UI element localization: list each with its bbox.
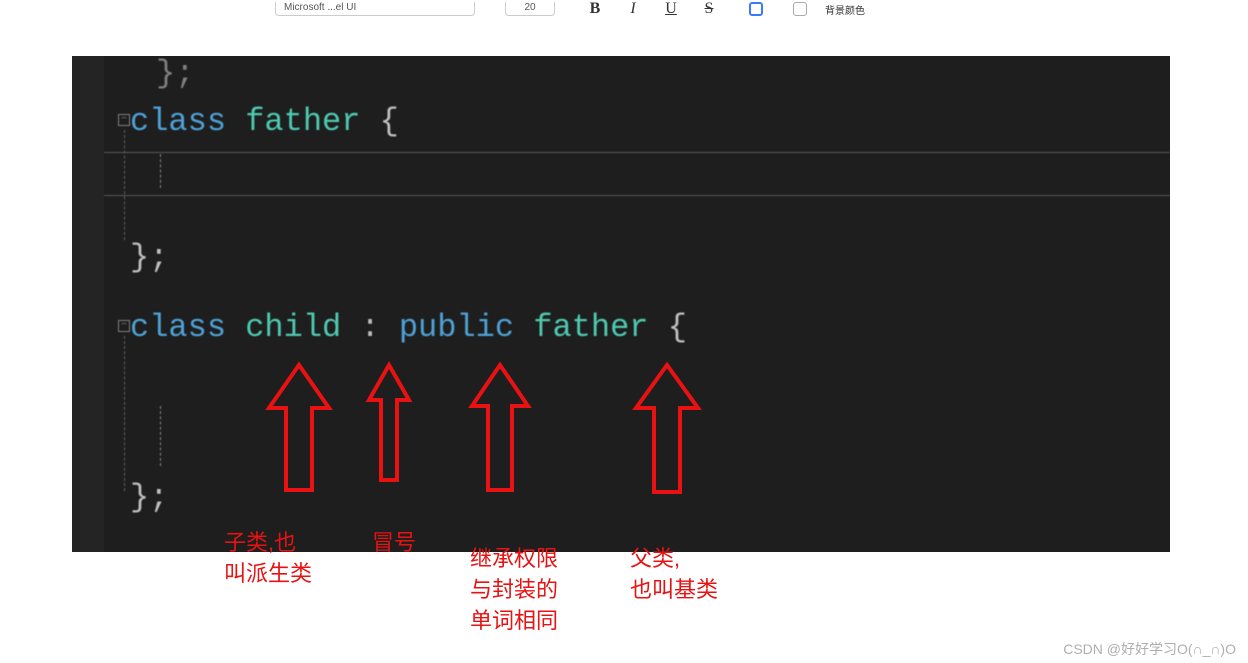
highlight-swatch-icon[interactable] xyxy=(749,2,763,16)
punc-brace-open: { xyxy=(380,103,399,140)
annot-colon: 冒号 xyxy=(372,528,416,559)
code-ln4: }; xyxy=(130,240,168,275)
font-family-select[interactable]: Microsoft ...el UI xyxy=(275,2,475,16)
font-size-value: 20 xyxy=(524,2,535,13)
arrow-up-icon xyxy=(632,360,702,500)
watermark: CSDN @好好学习O(∩_∩)O xyxy=(1063,639,1236,659)
italic-icon[interactable]: I xyxy=(623,0,643,18)
code-ln0: }; xyxy=(156,56,194,91)
type-father: father xyxy=(533,309,667,346)
fold-toggle-icon[interactable]: − xyxy=(118,114,130,126)
punc-colon: : xyxy=(360,309,398,346)
type-child: child xyxy=(245,309,360,346)
kw-public: public xyxy=(399,309,533,346)
code-screenshot: − − }; class father { }; class child : p… xyxy=(72,56,1170,552)
annot-father: 父类, 也叫基类 xyxy=(630,544,718,606)
type-father: father xyxy=(245,103,379,140)
code-ln8: }; xyxy=(130,480,168,515)
annot-child: 子类,也 叫派生类 xyxy=(224,528,312,590)
kw-class: class xyxy=(130,103,245,140)
font-size-select[interactable]: 20 xyxy=(505,2,555,16)
caret-icon xyxy=(160,154,161,188)
arrow-up-icon xyxy=(468,360,532,500)
arrow-up-icon xyxy=(264,360,334,500)
punc-brace-open: { xyxy=(668,309,687,346)
font-family-value: Microsoft ...el UI xyxy=(284,2,356,13)
bold-icon[interactable]: B xyxy=(585,0,605,18)
fold-toggle-icon[interactable]: − xyxy=(118,320,130,332)
strike-icon[interactable]: S xyxy=(699,0,719,18)
kw-class: class xyxy=(130,309,245,346)
caret-icon xyxy=(160,406,161,466)
code-ln1: class father { xyxy=(130,104,399,139)
editor-gutter xyxy=(72,56,104,552)
current-line-highlight xyxy=(104,152,1170,196)
underline-icon[interactable]: U xyxy=(661,0,681,18)
fold-guide xyxy=(124,336,125,491)
bgcolor-group: 背景颜色 xyxy=(793,2,865,17)
text-style-group: B I U S xyxy=(585,0,719,18)
code-ln6: class child : public father { xyxy=(130,310,687,345)
editor-toolbar: Microsoft ...el UI 20 B I U S 背景颜色 xyxy=(275,0,865,18)
annot-public: 继承权限 与封装的 单词相同 xyxy=(470,544,558,636)
arrow-up-icon xyxy=(365,360,413,490)
bgcolor-label: 背景颜色 xyxy=(825,2,865,17)
color-swatch-icon[interactable] xyxy=(793,2,807,16)
